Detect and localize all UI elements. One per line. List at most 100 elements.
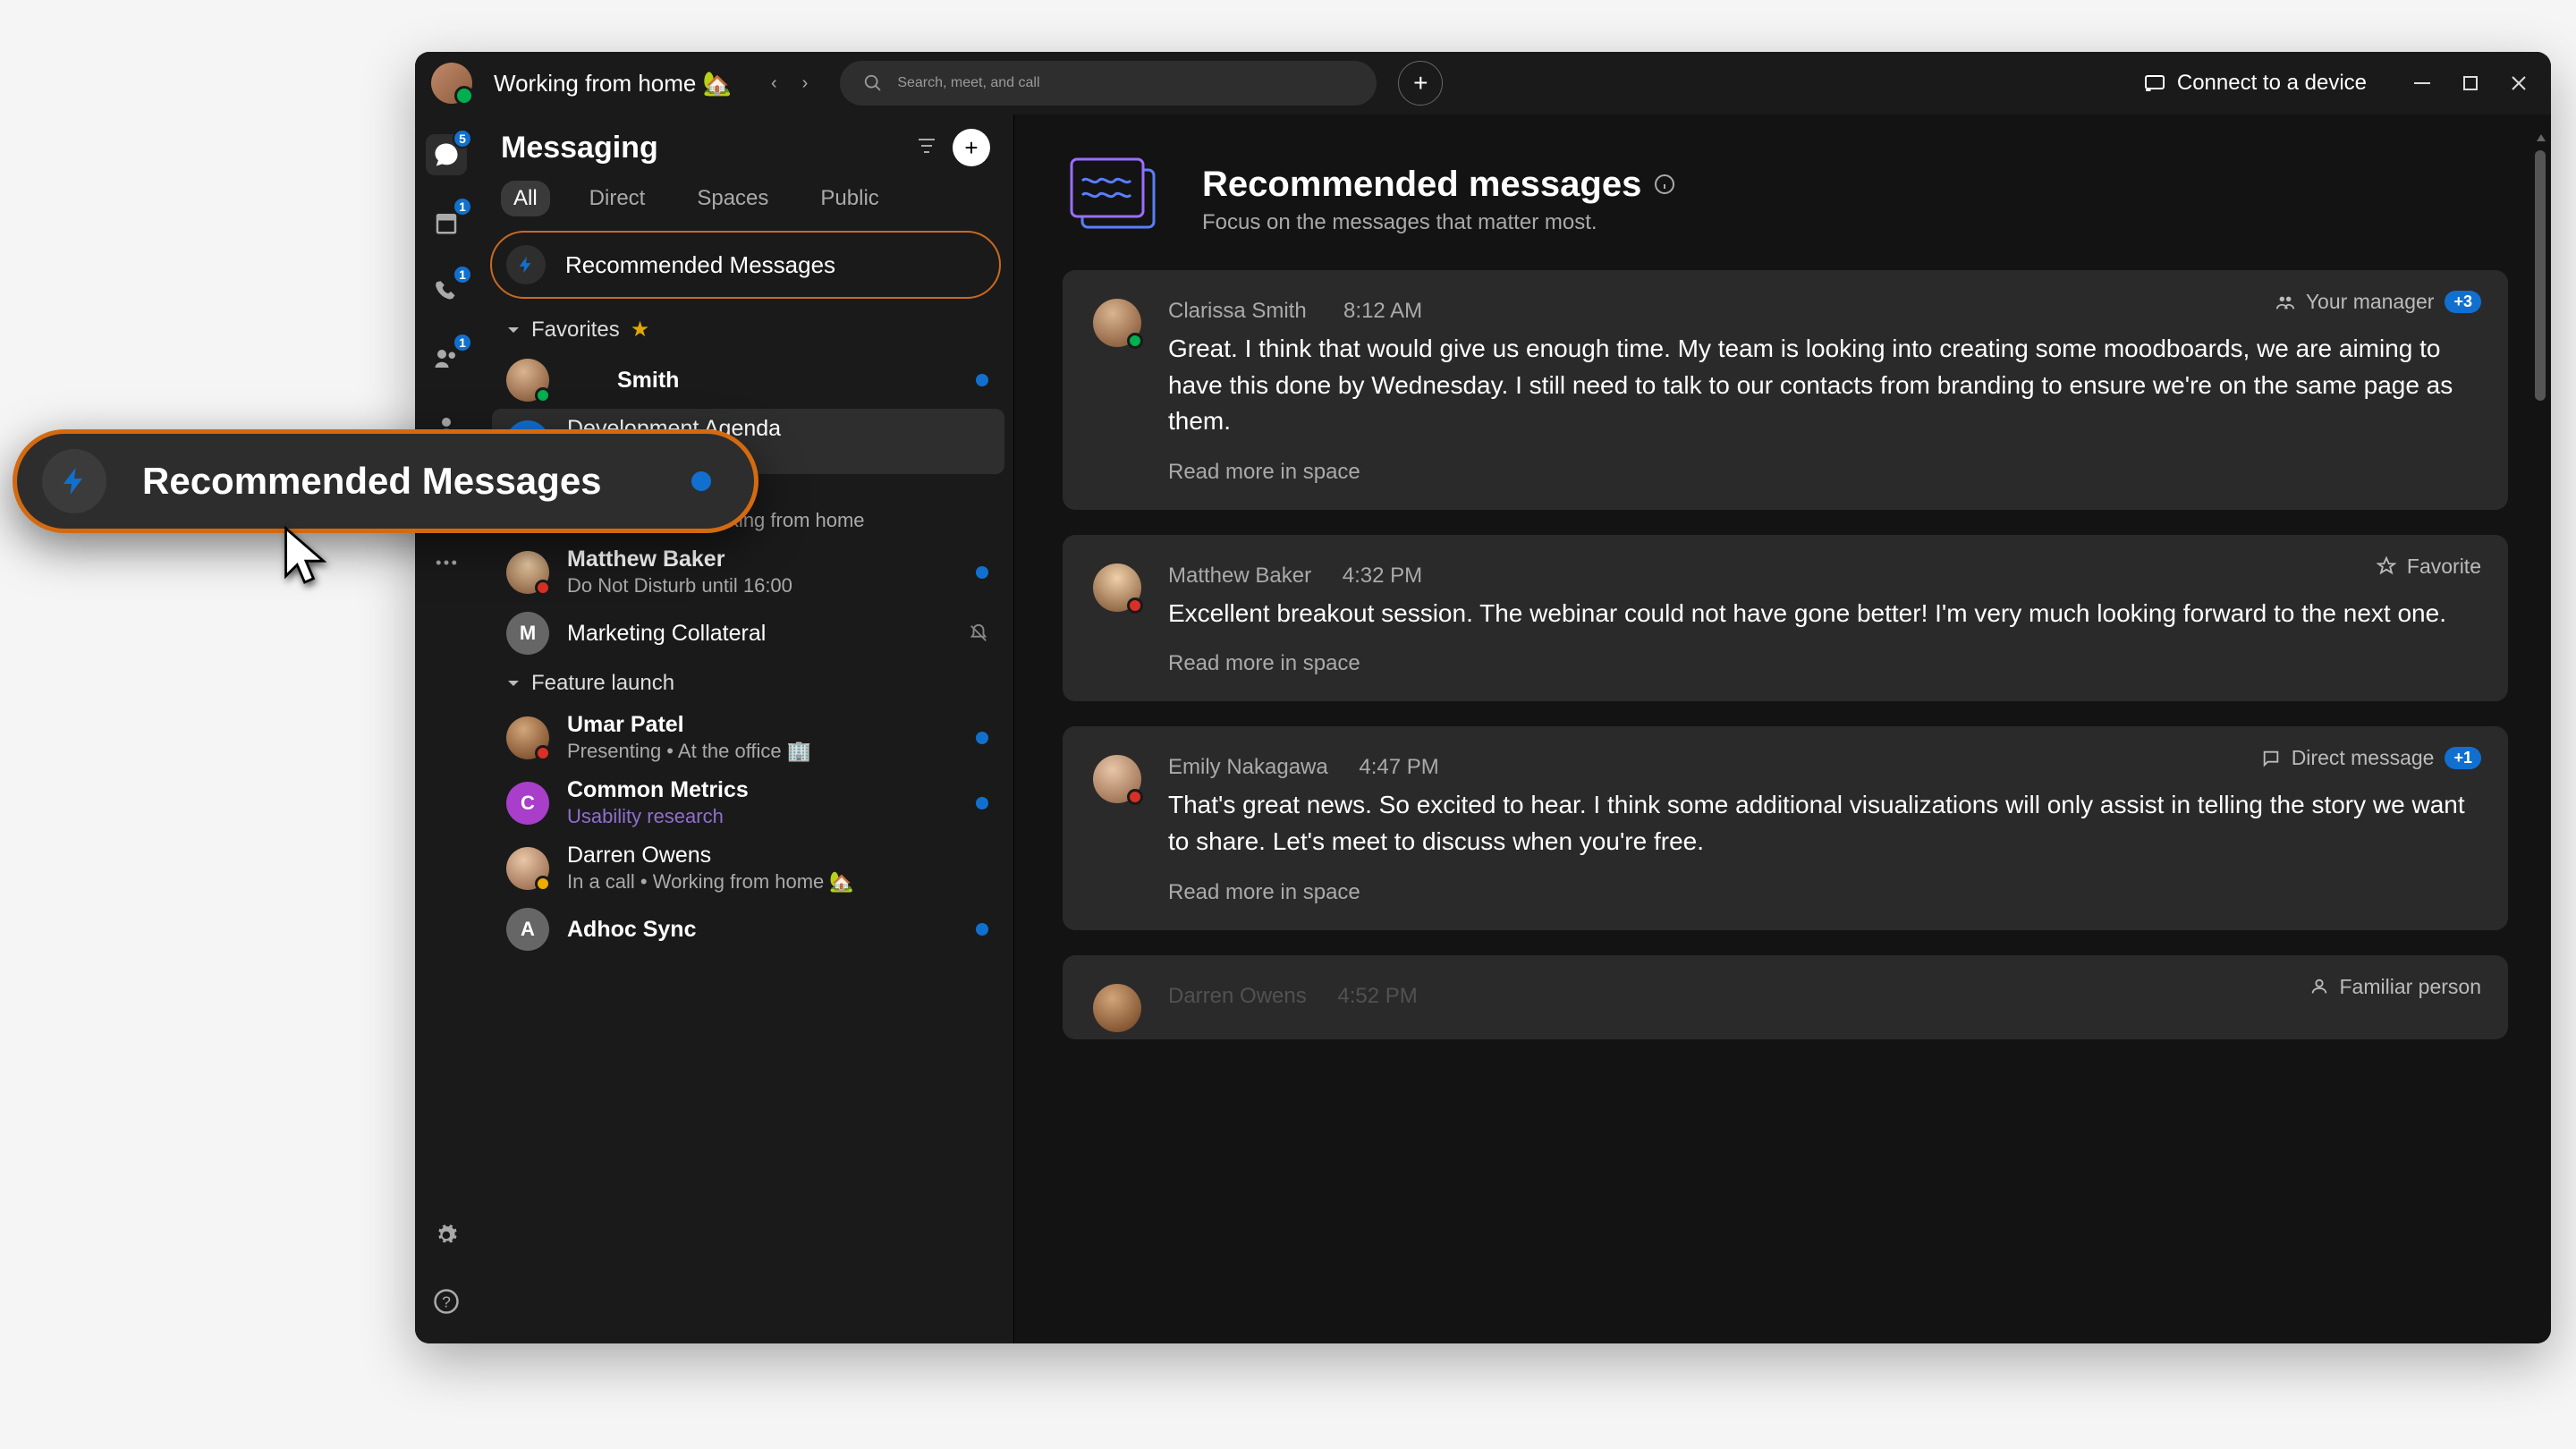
star-icon xyxy=(2377,556,2396,576)
list-item[interactable]: Darren OwensIn a call • Working from hom… xyxy=(492,835,1004,901)
list-item[interactable]: Smith xyxy=(492,352,1004,409)
card-tag: Direct message +1 xyxy=(2261,746,2481,770)
tab-all[interactable]: All xyxy=(501,181,550,216)
lightning-icon xyxy=(506,245,546,284)
space-name: Marketing Collateral xyxy=(567,621,766,647)
tab-public[interactable]: Public xyxy=(808,181,891,216)
list-item[interactable]: A Adhoc Sync xyxy=(492,901,1004,958)
chat-icon xyxy=(2261,749,2281,768)
message-card[interactable]: Emily Nakagawa 4:47 PM That's great news… xyxy=(1063,726,2508,929)
connect-label: Connect to a device xyxy=(2177,71,2367,96)
filter-button[interactable] xyxy=(917,136,936,159)
window-controls xyxy=(2411,72,2529,94)
presence-indicator xyxy=(1127,789,1143,805)
avatar xyxy=(506,847,549,890)
forward-button[interactable]: › xyxy=(802,73,809,94)
avatar xyxy=(1093,564,1141,612)
presence-indicator xyxy=(535,876,551,892)
group-favorites[interactable]: Favorites ★ xyxy=(492,308,1004,352)
message-body: Great. I think that would give us enough… xyxy=(1168,331,2474,440)
avatar xyxy=(506,716,549,759)
presence-status[interactable]: Working from home 🏡 xyxy=(494,70,732,97)
rail-messaging[interactable]: 5 xyxy=(426,134,467,175)
recommended-messages-callout[interactable]: Recommended Messages xyxy=(13,429,758,533)
maximize-button[interactable] xyxy=(2460,72,2481,94)
rail-calendar[interactable]: 1 xyxy=(426,202,467,243)
person-icon xyxy=(2309,977,2329,996)
create-button[interactable]: + xyxy=(1398,61,1443,106)
nav-rail: 5 1 1 1 xyxy=(415,114,478,1343)
read-more-link[interactable]: Read more in space xyxy=(1168,651,2474,676)
card-tag: Your manager +3 xyxy=(2275,290,2481,314)
rail-badge: 1 xyxy=(453,197,472,216)
settings-button[interactable] xyxy=(426,1215,467,1256)
history-nav: ‹ › xyxy=(771,73,808,94)
minimize-button[interactable] xyxy=(2411,72,2433,94)
message-body: Excellent breakout session. The webinar … xyxy=(1168,596,2474,632)
my-avatar[interactable] xyxy=(431,63,472,104)
help-icon: ? xyxy=(433,1288,460,1315)
recommended-messages-pill[interactable]: Recommended Messages xyxy=(490,231,1001,299)
list-item[interactable]: Umar PatelPresenting • At the office 🏢 xyxy=(492,705,1004,770)
chat-sidebar: Messaging + All Direct Spaces Public xyxy=(478,114,1014,1343)
contact-name: Smith xyxy=(567,368,679,394)
unread-dot xyxy=(976,566,988,579)
presence-indicator xyxy=(535,580,551,596)
message-card-list[interactable]: Clarissa Smith 8:12 AM Great. I think th… xyxy=(1014,270,2551,1343)
tag-label: Your manager xyxy=(2306,290,2435,314)
read-more-link[interactable]: Read more in space xyxy=(1168,880,2474,905)
list-item[interactable]: M Marketing Collateral xyxy=(492,605,1004,662)
status-line: Presenting • At the office 🏢 xyxy=(567,740,811,763)
gear-icon xyxy=(433,1222,460,1249)
message-card[interactable]: Matthew Baker 4:32 PM Excellent breakout… xyxy=(1063,535,2508,702)
sidebar-title: Messaging xyxy=(501,131,658,165)
people-icon xyxy=(2275,292,2295,312)
author-name: Matthew Baker xyxy=(1168,564,1311,589)
back-button[interactable]: ‹ xyxy=(771,73,777,94)
avatar: M xyxy=(506,612,549,655)
close-button[interactable] xyxy=(2508,72,2529,94)
message-card[interactable]: Darren Owens 4:52 PM Familiar person xyxy=(1063,955,2508,1039)
author-name: Emily Nakagawa xyxy=(1168,755,1328,780)
message-body: That's great news. So excited to hear. I… xyxy=(1168,787,2474,860)
new-chat-button[interactable]: + xyxy=(953,129,990,166)
tab-spaces[interactable]: Spaces xyxy=(684,181,781,216)
rail-badge: 1 xyxy=(453,333,472,352)
search-input[interactable]: Search, meet, and call xyxy=(840,61,1377,106)
card-tag: Familiar person xyxy=(2309,975,2482,999)
status-line: Do Not Disturb until 16:00 xyxy=(567,574,792,597)
avatar: C xyxy=(506,782,549,825)
search-icon xyxy=(863,73,883,93)
timestamp: 4:47 PM xyxy=(1359,755,1438,780)
search-placeholder: Search, meet, and call xyxy=(897,75,1039,91)
avatar xyxy=(1093,984,1141,1032)
rail-more[interactable] xyxy=(426,542,467,583)
info-icon[interactable] xyxy=(1654,174,1675,195)
chevron-down-icon xyxy=(506,323,521,337)
content-scrollbar[interactable] xyxy=(2535,132,2546,1326)
rail-teams[interactable]: 1 xyxy=(426,338,467,379)
rail-calls[interactable]: 1 xyxy=(426,270,467,311)
presence-indicator xyxy=(1127,597,1143,614)
timestamp: 4:32 PM xyxy=(1343,564,1422,589)
list-item[interactable]: C Common MetricsUsability research xyxy=(492,770,1004,835)
list-item[interactable]: Matthew BakerDo Not Disturb until 16:00 xyxy=(492,539,1004,605)
author-name: Darren Owens xyxy=(1168,984,1307,1009)
presence-indicator xyxy=(535,745,551,761)
scrollbar-thumb[interactable] xyxy=(2535,150,2546,401)
read-more-link[interactable]: Read more in space xyxy=(1168,460,2474,485)
unread-dot xyxy=(976,923,988,936)
help-button[interactable]: ? xyxy=(426,1281,467,1322)
connect-device-button[interactable]: Connect to a device xyxy=(2143,71,2367,96)
svg-text:?: ? xyxy=(442,1292,451,1310)
group-feature-launch[interactable]: Feature launch xyxy=(492,662,1004,705)
message-card[interactable]: Clarissa Smith 8:12 AM Great. I think th… xyxy=(1063,270,2508,510)
avatar: A xyxy=(506,908,549,951)
avatar xyxy=(506,359,549,402)
tab-direct[interactable]: Direct xyxy=(577,181,658,216)
avatar xyxy=(506,551,549,594)
page-header: Recommended messages Focus on the messag… xyxy=(1014,114,2551,270)
avatar xyxy=(1093,755,1141,803)
more-icon xyxy=(433,549,460,576)
scroll-up-arrow-icon xyxy=(2535,132,2547,145)
